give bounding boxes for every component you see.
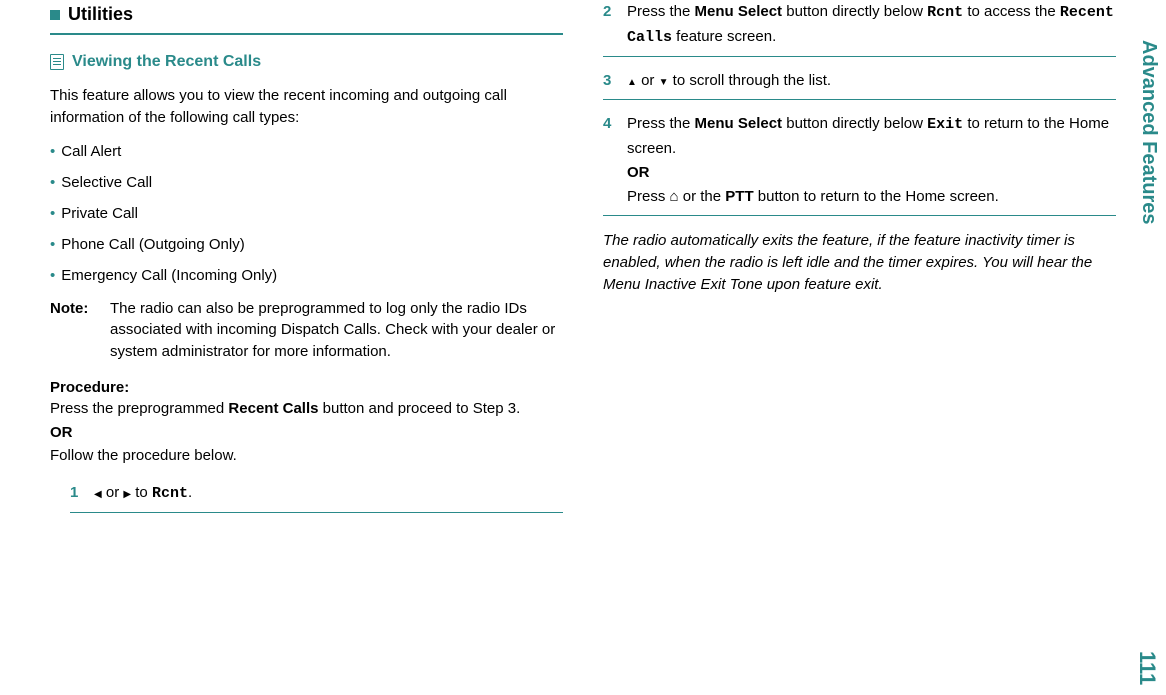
step-number: 1 <box>70 481 94 506</box>
step-body: Press the Menu Select button directly be… <box>627 112 1116 209</box>
text: button and proceed to Step 3. <box>318 400 520 417</box>
step-2: 2 Press the Menu Select button directly … <box>603 0 1116 50</box>
text: button directly below <box>782 3 927 20</box>
list-item: • Phone Call (Outgoing Only) <box>50 236 563 253</box>
text: Press <box>627 188 670 205</box>
bullet-icon: • <box>50 236 55 253</box>
text: to scroll through the list. <box>669 72 832 89</box>
step-4: 4 Press the Menu Select button directly … <box>603 112 1116 209</box>
code-text: Rcnt <box>927 4 963 21</box>
procedure-or: OR <box>50 422 563 444</box>
text-bold: Menu Select <box>695 115 783 132</box>
step-number: 4 <box>603 112 627 209</box>
note-label: Note: <box>50 298 110 363</box>
step-divider <box>603 215 1116 216</box>
section-title: Utilities <box>68 4 133 25</box>
code-text: Rcnt <box>152 485 188 502</box>
text: to <box>131 484 152 501</box>
arrow-left-icon <box>94 484 102 501</box>
list-item-label: Emergency Call (Incoming Only) <box>61 267 277 284</box>
list-item-label: Selective Call <box>61 174 152 191</box>
step-3: 3 or to scroll through the list. <box>603 69 1116 93</box>
subsection-header: Viewing the Recent Calls <box>50 53 563 71</box>
text-bold: PTT <box>725 188 753 205</box>
document-icon <box>50 54 64 70</box>
arrow-down-icon <box>659 72 669 89</box>
arrow-up-icon <box>627 72 637 89</box>
step-number: 3 <box>603 69 627 93</box>
bullet-icon: • <box>50 267 55 284</box>
text: to access the <box>963 3 1060 20</box>
note-block: Note: The radio can also be preprogramme… <box>50 298 563 363</box>
text-bold: Menu Select <box>695 3 783 20</box>
procedure-intro: Press the preprogrammed Recent Calls but… <box>50 398 563 420</box>
side-tab-label: Advanced Features <box>1137 40 1160 225</box>
text: Press the preprogrammed <box>50 400 228 417</box>
list-item-label: Call Alert <box>61 143 121 160</box>
list-item-label: Phone Call (Outgoing Only) <box>61 236 244 253</box>
procedure-intro-2: Follow the procedure below. <box>50 445 563 467</box>
bullet-icon: • <box>50 143 55 160</box>
section-header: Utilities <box>50 4 563 25</box>
step-1: 1 or to Rcnt. <box>50 481 563 506</box>
text: or the <box>679 188 726 205</box>
square-bullet-icon <box>50 10 60 20</box>
section-divider <box>50 33 563 35</box>
step-divider <box>603 56 1116 57</box>
step-body: Press the Menu Select button directly be… <box>627 0 1116 50</box>
list-item: • Selective Call <box>50 174 563 191</box>
step-number: 2 <box>603 0 627 50</box>
list-item: • Call Alert <box>50 143 563 160</box>
page-number: 111 <box>1134 651 1160 685</box>
intro-text: This feature allows you to view the rece… <box>50 85 563 129</box>
text: Press the <box>627 115 695 132</box>
step-body: or to Rcnt. <box>94 481 563 506</box>
note-body: The radio can also be preprogrammed to l… <box>110 298 563 363</box>
list-item: • Emergency Call (Incoming Only) <box>50 267 563 284</box>
subsection-title: Viewing the Recent Calls <box>72 53 261 71</box>
text: or <box>637 72 659 89</box>
procedure-label: Procedure: <box>50 379 563 396</box>
home-icon <box>670 188 679 205</box>
bullet-icon: • <box>50 205 55 222</box>
text-bold: Recent Calls <box>228 400 318 417</box>
text: or <box>102 484 124 501</box>
list-item: • Private Call <box>50 205 563 222</box>
text: feature screen. <box>672 28 776 45</box>
text: button to return to the Home screen. <box>754 188 999 205</box>
code-text: Exit <box>927 116 963 133</box>
bullet-icon: • <box>50 174 55 191</box>
list-item-label: Private Call <box>61 205 138 222</box>
text: button directly below <box>782 115 927 132</box>
step-divider <box>70 512 563 513</box>
step-body: or to scroll through the list. <box>627 69 1116 93</box>
text-bold: OR <box>627 164 650 181</box>
text: . <box>188 484 192 501</box>
step-divider <box>603 99 1116 100</box>
text: Press the <box>627 3 695 20</box>
arrow-right-icon <box>123 484 131 501</box>
footnote-text: The radio automatically exits the featur… <box>603 230 1116 295</box>
